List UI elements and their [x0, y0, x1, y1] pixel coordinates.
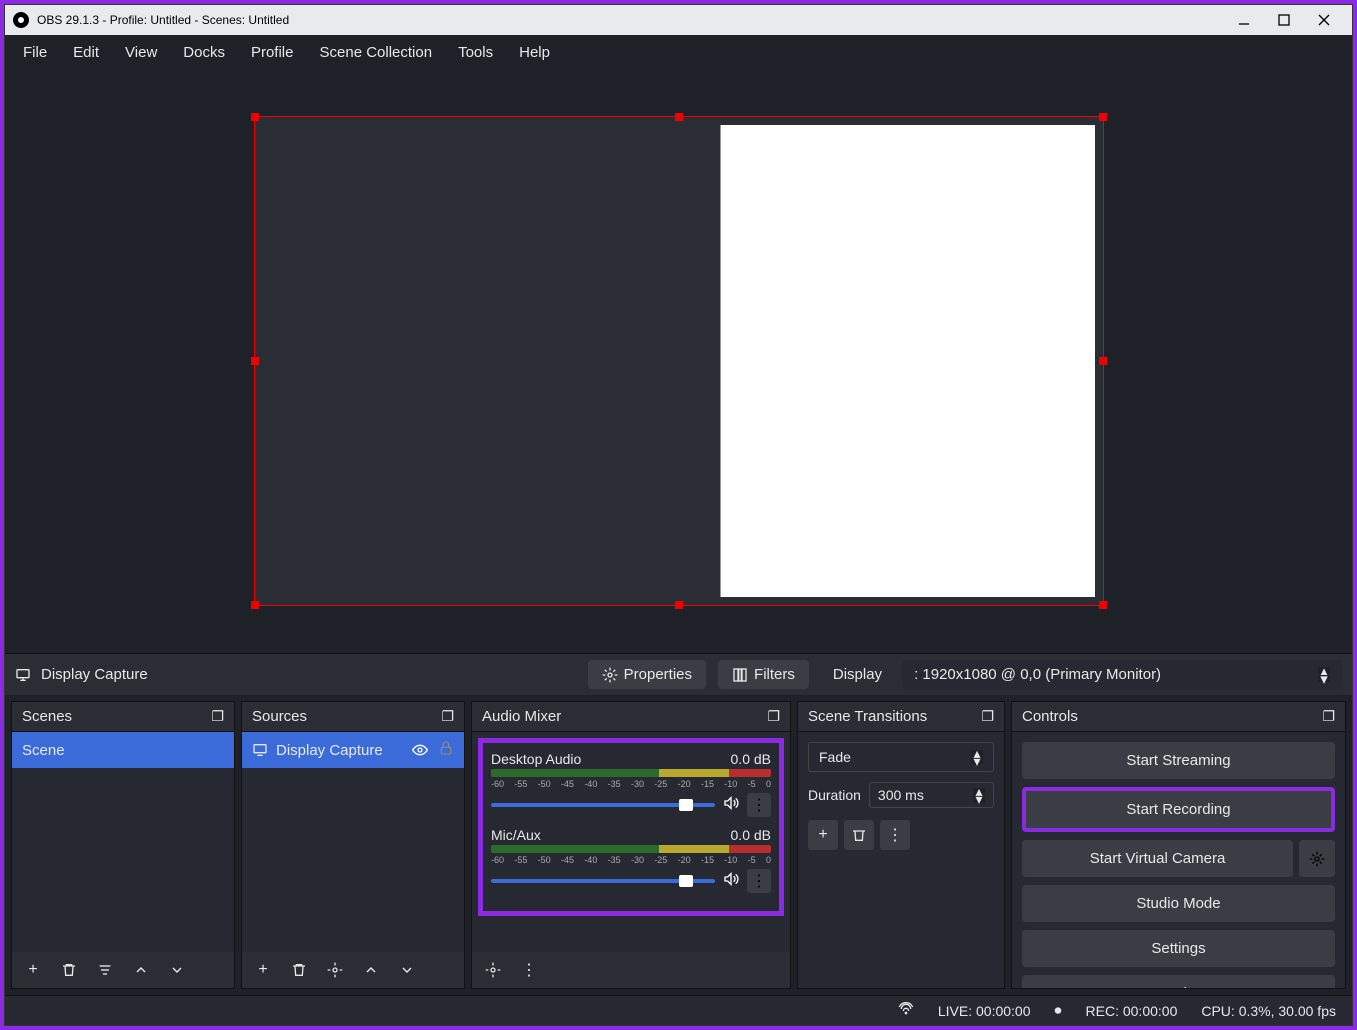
- menu-profile[interactable]: Profile: [239, 38, 306, 67]
- popout-icon[interactable]: [441, 708, 454, 725]
- mixer-title: Audio Mixer: [482, 708, 561, 725]
- titlebar: OBS 29.1.3 - Profile: Untitled - Scenes:…: [5, 5, 1352, 35]
- menubar: File Edit View Docks Profile Scene Colle…: [5, 35, 1352, 69]
- scene-filters-button[interactable]: [90, 955, 120, 985]
- sources-panel: Sources Display Capture +: [241, 701, 465, 989]
- properties-button[interactable]: Properties: [588, 660, 706, 689]
- sources-title: Sources: [252, 708, 307, 725]
- controls-title: Controls: [1022, 708, 1078, 725]
- menu-docks[interactable]: Docks: [171, 38, 237, 67]
- gear-icon: [602, 667, 618, 683]
- live-status: LIVE: 00:00:00: [938, 1003, 1031, 1019]
- statusbar: LIVE: 00:00:00 ⏺ REC: 00:00:00 CPU: 0.3%…: [5, 995, 1352, 1025]
- window-title: OBS 29.1.3 - Profile: Untitled - Scenes:…: [37, 13, 289, 27]
- remove-source-button[interactable]: [284, 955, 314, 985]
- display-label: Display: [833, 666, 882, 683]
- transition-menu-button[interactable]: ⋮: [880, 820, 910, 850]
- rec-icon: ⏺: [1055, 1002, 1062, 1019]
- start-recording-button[interactable]: Start Recording: [1022, 787, 1335, 832]
- menu-file[interactable]: File: [11, 38, 59, 67]
- studio-mode-button[interactable]: Studio Mode: [1022, 885, 1335, 922]
- filters-button[interactable]: Filters: [718, 660, 809, 689]
- cpu-status: CPU: 0.3%, 30.00 fps: [1201, 1003, 1336, 1019]
- audio-settings-button[interactable]: [478, 955, 508, 985]
- start-virtual-camera-button[interactable]: Start Virtual Camera: [1022, 840, 1293, 877]
- display-select[interactable]: : 1920x1080 @ 0,0 (Primary Monitor) ▴▾: [902, 660, 1342, 689]
- selected-source-label: Display Capture: [41, 666, 148, 683]
- spinner-icon[interactable]: ▴▾: [1318, 667, 1330, 682]
- source-item[interactable]: Display Capture: [242, 732, 464, 768]
- filters-icon: [732, 667, 748, 683]
- add-source-button[interactable]: +: [248, 955, 278, 985]
- preview-source-selection[interactable]: [254, 116, 1104, 606]
- popout-icon[interactable]: [981, 708, 994, 725]
- source-properties-button[interactable]: [320, 955, 350, 985]
- add-scene-button[interactable]: +: [18, 955, 48, 985]
- visibility-toggle[interactable]: [410, 740, 430, 760]
- menu-help[interactable]: Help: [507, 38, 562, 67]
- audio-menu-button[interactable]: ⋮: [747, 793, 771, 817]
- scenes-panel: Scenes Scene +: [11, 701, 235, 989]
- preview-content: [263, 125, 1095, 597]
- network-icon: [898, 1001, 914, 1020]
- audio-menu-button[interactable]: ⋮: [514, 955, 544, 985]
- menu-scene-collection[interactable]: Scene Collection: [308, 38, 445, 67]
- maximize-button[interactable]: [1264, 5, 1304, 35]
- close-button[interactable]: [1304, 5, 1344, 35]
- transition-select[interactable]: Fade▴▾: [808, 742, 994, 772]
- menu-edit[interactable]: Edit: [61, 38, 111, 67]
- virtual-camera-settings-button[interactable]: [1299, 840, 1335, 877]
- source-up-button[interactable]: [356, 955, 386, 985]
- scenes-title: Scenes: [22, 708, 72, 725]
- monitor-icon: [252, 742, 268, 758]
- audio-menu-button[interactable]: ⋮: [747, 869, 771, 893]
- lock-icon[interactable]: [438, 740, 454, 760]
- scene-item[interactable]: Scene: [12, 732, 234, 768]
- start-streaming-button[interactable]: Start Streaming: [1022, 742, 1335, 779]
- preview-area[interactable]: [5, 69, 1352, 653]
- scene-up-button[interactable]: [126, 955, 156, 985]
- monitor-icon: [15, 667, 31, 683]
- audio-channel-desktop: Desktop Audio0.0 dB -60-55-50-45-40-35-3…: [491, 751, 771, 817]
- settings-button[interactable]: Settings: [1022, 930, 1335, 967]
- duration-input[interactable]: 300 ms▴▾: [869, 782, 994, 808]
- remove-transition-button[interactable]: [844, 820, 874, 850]
- obs-app-icon: [13, 12, 29, 28]
- popout-icon[interactable]: [1322, 708, 1335, 725]
- source-toolbar: Display Capture Properties Filters Displ…: [5, 653, 1352, 695]
- audio-meter: [491, 845, 771, 853]
- remove-scene-button[interactable]: [54, 955, 84, 985]
- duration-label: Duration: [808, 787, 861, 803]
- add-transition-button[interactable]: +: [808, 820, 838, 850]
- popout-icon[interactable]: [767, 708, 780, 725]
- audio-mixer-highlight: Desktop Audio0.0 dB -60-55-50-45-40-35-3…: [478, 738, 784, 916]
- scene-down-button[interactable]: [162, 955, 192, 985]
- audio-mixer-panel: Audio Mixer Desktop Audio0.0 dB -60-55-5…: [471, 701, 791, 989]
- volume-slider[interactable]: [491, 803, 715, 807]
- minimize-button[interactable]: [1224, 5, 1264, 35]
- meter-ticks: -60-55-50-45-40-35-30-25-20-15-10-50: [491, 779, 771, 789]
- audio-meter: [491, 769, 771, 777]
- popout-icon[interactable]: [211, 708, 224, 725]
- audio-channel-mic: Mic/Aux0.0 dB -60-55-50-45-40-35-30-25-2…: [491, 827, 771, 893]
- menu-tools[interactable]: Tools: [446, 38, 505, 67]
- transitions-title: Scene Transitions: [808, 708, 927, 725]
- transitions-panel: Scene Transitions Fade▴▾ Duration 300 ms…: [797, 701, 1005, 989]
- source-down-button[interactable]: [392, 955, 422, 985]
- speaker-icon[interactable]: [723, 871, 739, 892]
- rec-status: REC: 00:00:00: [1086, 1003, 1178, 1019]
- speaker-icon[interactable]: [723, 795, 739, 816]
- exit-button[interactable]: Exit: [1022, 975, 1335, 988]
- menu-view[interactable]: View: [113, 38, 169, 67]
- volume-slider[interactable]: [491, 879, 715, 883]
- meter-ticks: -60-55-50-45-40-35-30-25-20-15-10-50: [491, 855, 771, 865]
- controls-panel: Controls Start Streaming Start Recording…: [1011, 701, 1346, 989]
